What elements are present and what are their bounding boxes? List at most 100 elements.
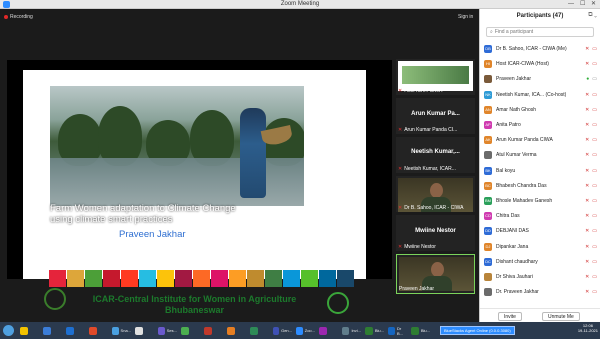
taskbar-app-button[interactable] xyxy=(225,325,246,336)
video-tile[interactable]: Mwiine Nestor ✕ Mwiine Nestor xyxy=(396,215,475,251)
video-tile[interactable]: Neetish Kumar,... ✕ Neetish Kumar, ICAR..… xyxy=(396,137,475,173)
participant-row[interactable]: DD DEBJANI DAS ✕ ▭ xyxy=(484,226,597,236)
minimize-button[interactable]: — xyxy=(568,0,574,9)
avatar: DB xyxy=(484,45,492,53)
participant-name: Arun Kumar Panda CIWA xyxy=(496,137,553,144)
sdg-goal-icon xyxy=(283,270,300,287)
taskbar-app-button[interactable]: Dr B... xyxy=(386,325,407,336)
video-tile[interactable]: Arun Kumar Pa... ✕ Arun Kumar Panda CI... xyxy=(396,98,475,134)
video-tile[interactable]: ✕ Dr B. Sahoo, ICAR - CIWA xyxy=(396,176,475,212)
mic-muted-icon: ✕ xyxy=(585,258,590,265)
participant-row[interactable]: AP Anita Patro ✕ ▭ xyxy=(484,120,597,130)
chevron-down-icon[interactable]: ⌄ xyxy=(594,12,597,18)
app-icon xyxy=(20,326,28,335)
sign-in-link[interactable]: Sign in xyxy=(458,14,473,20)
popout-icon[interactable]: ⧉ xyxy=(588,12,592,18)
sdg-goal-icon xyxy=(337,270,354,287)
participant-name: Neetish Kumar, ICA... (Co-host) xyxy=(496,91,567,98)
unmute-me-button[interactable]: Unmute Me xyxy=(542,312,580,321)
sdg-goal-icon xyxy=(85,270,102,287)
participant-name: Dr Shiva Jauhari xyxy=(496,274,533,280)
taskbar-app-button[interactable]: Gen... xyxy=(271,325,292,336)
tile-caption: Host ICAR-CIWA xyxy=(404,88,443,94)
participant-row[interactable]: DC Dishant chaudhary ✕ ▭ xyxy=(484,257,597,267)
app-icon xyxy=(342,326,350,335)
video-tile[interactable]: ✕ Host ICAR-CIWA xyxy=(396,59,475,95)
system-clock[interactable]: 12:06 19-11-2021 xyxy=(578,323,598,333)
taskbar-app-button[interactable]: Ses... xyxy=(156,325,177,336)
taskbar-app-button[interactable]: Blu... xyxy=(409,325,430,336)
video-off-icon: ▭ xyxy=(592,213,597,220)
participant-row[interactable]: Dr. Praveen Jakhar ✕ ▭ xyxy=(484,287,597,297)
mic-muted-icon: ✕ xyxy=(585,91,590,98)
taskbar-app-button[interactable]: Invi... xyxy=(340,325,361,336)
mic-muted-icon: ✕ xyxy=(398,166,403,172)
participants-panel: Participants (47) ⧉ ⌄ ⌕ Find a participa… xyxy=(479,9,600,322)
mic-muted-icon: ✕ xyxy=(398,127,403,133)
taskbar-app-button[interactable]: Blu... xyxy=(363,325,384,336)
taskbar-app-button[interactable]: Zoo... xyxy=(294,325,315,336)
maximize-button[interactable]: ☐ xyxy=(580,0,585,9)
taskbar-app-button[interactable] xyxy=(87,325,108,336)
avatar: BC xyxy=(484,181,492,190)
participant-row[interactable]: DB Dr B. Sahoo, ICAR - CIWA (Me) ✕ ▭ xyxy=(484,44,597,54)
avatar: BM xyxy=(484,197,492,205)
recording-indicator: Recording xyxy=(4,14,33,20)
participant-name: Dr B. Sahoo, ICAR - CIWA (Me) xyxy=(496,46,567,52)
participant-name: Praveen Jakhar xyxy=(496,76,532,83)
tile-name: Arun Kumar Pa... xyxy=(411,111,460,117)
taskbar-app-button[interactable]: Sna... xyxy=(110,325,131,336)
participants-footer: Invite Unmute Me xyxy=(480,308,600,322)
taskbar-app-button[interactable] xyxy=(64,325,85,336)
video-off-icon: ▭ xyxy=(592,274,597,280)
avatar: BK xyxy=(484,166,492,175)
video-off-icon: ▭ xyxy=(592,91,597,98)
slide-title: Farm Women adaptation to Climate Change … xyxy=(50,203,236,225)
participant-row[interactable]: Praveen Jakhar ● ▭ xyxy=(484,74,597,84)
avatar: AK xyxy=(484,136,492,145)
taskbar-app-button[interactable] xyxy=(18,325,39,336)
video-off-icon: ▭ xyxy=(592,243,597,250)
taskbar-app-button[interactable] xyxy=(317,325,338,336)
record-icon xyxy=(4,15,8,19)
participant-row[interactable]: AN Amar Nath Ghosh ✕ ▭ xyxy=(484,105,597,115)
app-icon xyxy=(135,326,143,335)
participant-search-input[interactable]: ⌕ Find a participant xyxy=(486,27,594,37)
taskbar-app-label: Blu... xyxy=(374,328,384,333)
avatar: DC xyxy=(484,257,492,266)
sdg-goal-icon xyxy=(265,270,282,287)
close-button[interactable]: ✕ xyxy=(591,0,596,9)
institute-line-1: ICAR-Central Institute for Women in Agri… xyxy=(92,294,297,304)
participant-row[interactable]: CD Chitra Das ✕ ▭ xyxy=(484,211,597,221)
participant-name: Dr. Praveen Jakhar xyxy=(496,289,539,296)
avatar: NK xyxy=(484,90,492,99)
tile-caption: Praveen Jakhar xyxy=(399,286,435,292)
participant-row[interactable]: BC Bhabesh Chandra Das ✕ ▭ xyxy=(484,181,597,191)
mic-muted-icon: ✕ xyxy=(585,122,590,128)
participant-row[interactable]: Dr Shiva Jauhari ✕ ▭ xyxy=(484,272,597,282)
participant-row[interactable]: DJ Dipankar Jana ✕ ▭ xyxy=(484,242,597,252)
tile-caption: Arun Kumar Panda CI... xyxy=(404,127,458,133)
participant-row[interactable]: NK Neetish Kumar, ICA... (Co-host) ✕ ▭ xyxy=(484,90,597,100)
active-speaker-tile[interactable]: Praveen Jakhar xyxy=(396,254,475,294)
taskbar-app-button[interactable] xyxy=(41,325,62,336)
participant-row[interactable]: HI Host ICAR-CIWA (Host) ✕ ▭ xyxy=(484,59,597,69)
participant-row[interactable]: Atul Kumar Verma ✕ ▭ xyxy=(484,150,597,160)
participant-name: DEBJANI DAS xyxy=(496,228,529,235)
participant-row[interactable]: BM Bhosle Mahadev Ganesh ✕ ▭ xyxy=(484,196,597,206)
taskbar-app-button[interactable] xyxy=(133,325,154,336)
app-icon xyxy=(365,326,373,335)
taskbar-app-button[interactable] xyxy=(179,325,200,336)
participant-row[interactable]: BK Bal koyu ✕ ▭ xyxy=(484,166,597,176)
mic-muted-icon: ✕ xyxy=(585,228,590,235)
taskbar-app-button[interactable] xyxy=(202,325,223,336)
shared-screen: Farm Women adaptation to Climate Change … xyxy=(7,60,392,315)
invite-button[interactable]: Invite xyxy=(498,312,522,321)
start-button[interactable] xyxy=(3,325,14,336)
taskbar-app-label: Dr B... xyxy=(397,325,404,336)
sdg-goal-icon xyxy=(103,270,120,287)
avatar xyxy=(484,151,492,160)
taskbar-app-button[interactable] xyxy=(248,325,269,336)
participant-row[interactable]: AK Arun Kumar Panda CIWA ✕ ▭ xyxy=(484,135,597,145)
presentation-slide: Farm Women adaptation to Climate Change … xyxy=(23,70,366,315)
